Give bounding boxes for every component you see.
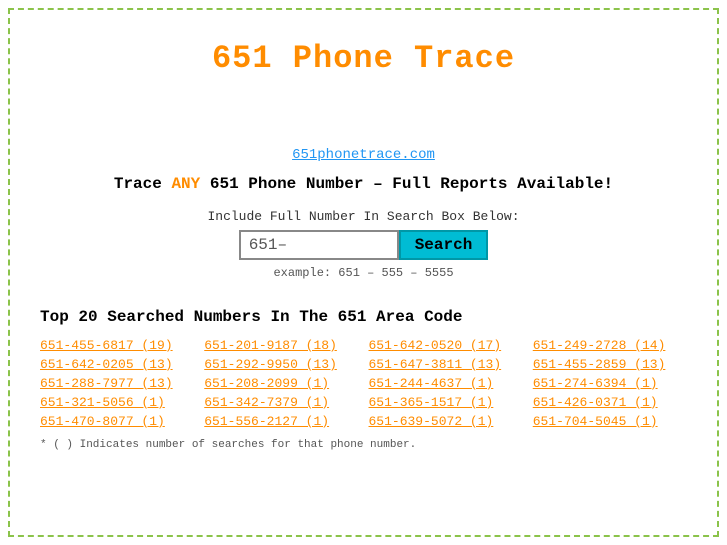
tagline: Trace ANY 651 Phone Number – Full Report… <box>114 175 613 193</box>
number-link[interactable]: 651-244-4637 (1) <box>369 376 523 391</box>
number-link[interactable]: 651-342-7379 (1) <box>204 395 358 410</box>
number-link[interactable]: 651-288-7977 (13) <box>40 376 194 391</box>
number-link[interactable]: 651-321-5056 (1) <box>40 395 194 410</box>
numbers-grid: 651-455-6817 (19) 651-201-9187 (18) 651-64… <box>40 338 687 429</box>
search-example: example: 651 – 555 – 5555 <box>273 266 453 280</box>
tagline-prefix: Trace <box>114 175 172 193</box>
number-link[interactable]: 651-642-0205 (13) <box>40 357 194 372</box>
number-link[interactable]: 651-274-6394 (1) <box>533 376 687 391</box>
search-input[interactable] <box>239 230 399 260</box>
search-label: Include Full Number In Search Box Below: <box>207 209 519 224</box>
top-numbers-title: Top 20 Searched Numbers In The 651 Area … <box>40 308 462 326</box>
search-section: Include Full Number In Search Box Below:… <box>207 209 519 280</box>
number-link[interactable]: 651-292-9950 (13) <box>204 357 358 372</box>
number-link[interactable]: 651-642-0520 (17) <box>369 338 523 353</box>
number-link[interactable]: 651-639-5072 (1) <box>369 414 523 429</box>
search-button[interactable]: Search <box>399 230 489 260</box>
tagline-suffix: 651 Phone Number – Full Reports Availabl… <box>200 175 613 193</box>
number-link[interactable]: 651-455-2859 (13) <box>533 357 687 372</box>
search-row: Search <box>239 230 489 260</box>
number-link[interactable]: 651-365-1517 (1) <box>369 395 523 410</box>
number-link[interactable]: 651-704-5045 (1) <box>533 414 687 429</box>
site-url-link[interactable]: 651phonetrace.com <box>292 147 435 163</box>
number-link[interactable]: 651-470-8077 (1) <box>40 414 194 429</box>
footer-note: * ( ) Indicates number of searches for t… <box>40 439 416 451</box>
number-link[interactable]: 651-426-0371 (1) <box>533 395 687 410</box>
number-link[interactable]: 651-201-9187 (18) <box>204 338 358 353</box>
number-link[interactable]: 651-556-2127 (1) <box>204 414 358 429</box>
number-link[interactable]: 651-647-3811 (13) <box>369 357 523 372</box>
tagline-any: ANY <box>171 175 200 193</box>
number-link[interactable]: 651-208-2099 (1) <box>204 376 358 391</box>
number-link[interactable]: 651-249-2728 (14) <box>533 338 687 353</box>
page-title: 651 Phone Trace <box>212 40 515 77</box>
number-link[interactable]: 651-455-6817 (19) <box>40 338 194 353</box>
